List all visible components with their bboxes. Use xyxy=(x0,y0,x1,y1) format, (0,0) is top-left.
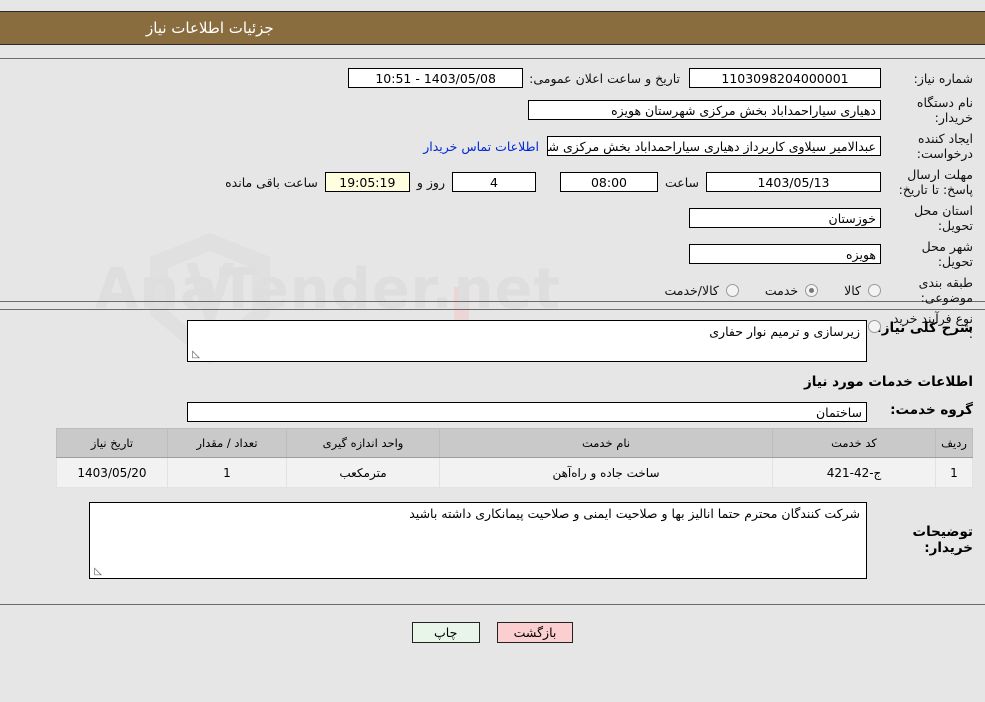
resize-grip-icon[interactable]: ◺ xyxy=(92,567,102,577)
services-table-head: ردیف کد خدمت نام خدمت واحد اندازه گیری ت… xyxy=(56,428,973,458)
request-creator-label: ایجاد کننده درخواست: xyxy=(916,131,973,161)
need-number-label: شماره نیاز: xyxy=(913,70,973,86)
announce-datetime-label: تاریخ و ساعت اعلان عمومی: xyxy=(529,70,680,86)
row-delivery-province: استان محل تحویل: خوزستان xyxy=(0,203,985,233)
category-option-kala[interactable]: کالا xyxy=(844,283,881,298)
row-request-creator: ایجاد کننده درخواست: عبدالامیر سیلاوی کا… xyxy=(0,131,985,161)
subject-category-label: طبقه بندی موضوعی: xyxy=(918,275,973,305)
announce-datetime-field[interactable]: 1403/05/08 - 10:51 xyxy=(348,68,524,88)
buyer-comments-textarea[interactable]: شرکت کنندگان محترم حتما انالیز بها و صلا… xyxy=(89,502,867,579)
page-title: جزئیات اطلاعات نیاز xyxy=(146,19,274,37)
radio-icon[interactable] xyxy=(868,319,881,333)
request-creator-field[interactable]: عبدالامیر سیلاوی کاربرداز دهیاری سیاراحم… xyxy=(547,136,881,156)
row-need-summary: شرح کلی نیاز: زیرسازی و ترمیم نوار حفاری… xyxy=(0,320,985,362)
row-need-number: شماره نیاز: 1103098204000001 تاریخ و ساع… xyxy=(0,67,985,89)
remaining-countdown-field: 19:05:19 xyxy=(324,172,410,192)
deadline-hour-label: ساعت xyxy=(664,174,699,190)
radio-icon[interactable] xyxy=(805,283,819,297)
action-button-bar: بازگشت چاپ xyxy=(0,622,985,643)
column-header-unit: واحد اندازه گیری xyxy=(286,428,440,458)
remaining-days-label: روز و xyxy=(416,174,445,190)
delivery-province-field[interactable]: خوزستان xyxy=(689,208,881,228)
cell-unit: مترمکعب xyxy=(286,457,440,488)
need-detail-panel: شرح کلی نیاز: زیرسازی و ترمیم نوار حفاری… xyxy=(0,309,985,605)
buyer-contact-info-link[interactable]: اطلاعات تماس خریدار xyxy=(415,139,547,154)
buyer-organization-field[interactable]: دهیاری سیاراحمداباد بخش مرکزی شهرستان هو… xyxy=(528,100,881,120)
delivery-province-label: استان محل تحویل: xyxy=(914,203,973,233)
buyer-organization-label: نام دستگاه خریدار: xyxy=(916,95,973,125)
need-summary-textarea[interactable]: زیرسازی و ترمیم نوار حفاری ◺ xyxy=(187,320,867,362)
services-table: ردیف کد خدمت نام خدمت واحد اندازه گیری ت… xyxy=(56,428,973,488)
column-header-quantity: تعداد / مقدار xyxy=(167,428,287,458)
buyer-comments-label: توضیحات خریدار: xyxy=(912,524,973,556)
column-header-service-code: کد خدمت xyxy=(772,428,936,458)
response-deadline-label: مهلت ارسال پاسخ: تا تاریخ: xyxy=(898,167,973,197)
services-section-heading: اطلاعات خدمات مورد نیاز xyxy=(803,374,973,390)
cell-radif: 1 xyxy=(935,457,973,488)
deadline-date-field[interactable]: 1403/05/13 xyxy=(706,172,881,192)
services-table-wrap: ردیف کد خدمت نام خدمت واحد اندازه گیری ت… xyxy=(45,428,973,488)
category-option-khedmat[interactable]: خدمت xyxy=(764,282,819,298)
print-button[interactable]: چاپ xyxy=(411,622,480,643)
category-option-label: خدمت xyxy=(764,282,799,298)
row-subject-category: طبقه بندی موضوعی: کالا خدمت کالا/خدمت xyxy=(0,275,985,305)
need-number-field[interactable]: 1103098204000001 xyxy=(689,68,881,88)
radio-icon[interactable] xyxy=(725,283,739,297)
cell-service-name: ساخت جاده و راه‌آهن xyxy=(439,457,773,488)
delivery-city-label: شهر محل تحویل: xyxy=(921,239,973,269)
buyer-comments-text: شرکت کنندگان محترم حتما انالیز بها و صلا… xyxy=(409,506,860,521)
row-buyer-comments: توضیحات خریدار: شرکت کنندگان محترم حتما … xyxy=(0,502,985,579)
category-option-kala-khedmat[interactable]: کالا/خدمت xyxy=(664,282,739,298)
category-option-label: کالا/خدمت xyxy=(664,282,719,298)
service-group-label: گروه خدمت: xyxy=(890,402,973,418)
need-summary-label: شرح کلی نیاز: xyxy=(876,320,973,336)
subject-category-radio-group: کالا خدمت کالا/خدمت xyxy=(638,283,881,298)
row-response-deadline: مهلت ارسال پاسخ: تا تاریخ: 1403/05/13 سا… xyxy=(0,167,985,197)
cell-need-date: 1403/05/20 xyxy=(56,457,168,488)
row-delivery-city: شهر محل تحویل: هویزه xyxy=(0,239,985,269)
need-summary-panel: شماره نیاز: 1103098204000001 تاریخ و ساع… xyxy=(0,58,985,341)
row-buyer-organization: نام دستگاه خریدار: دهیاری سیاراحمداباد ب… xyxy=(0,95,985,125)
table-row[interactable]: 1 ج-42-421 ساخت جاده و راه‌آهن مترمکعب 1… xyxy=(56,457,973,488)
services-table-body: 1 ج-42-421 ساخت جاده و راه‌آهن مترمکعب 1… xyxy=(56,457,973,488)
page-header-bar: جزئیات اطلاعات نیاز xyxy=(0,11,985,45)
page-root: جزئیات اطلاعات نیاز شماره نیاز: 11030982… xyxy=(0,11,985,643)
category-option-label: کالا xyxy=(844,282,861,298)
remaining-hours-label: ساعت باقی مانده xyxy=(225,174,318,190)
radio-icon[interactable] xyxy=(868,283,881,297)
cell-service-code: ج-42-421 xyxy=(772,457,936,488)
service-group-field[interactable]: ساختمان xyxy=(187,402,867,422)
cell-quantity: 1 xyxy=(167,457,287,488)
delivery-city-field[interactable]: هویزه xyxy=(689,244,881,264)
remaining-days-field: 4 xyxy=(451,172,536,192)
resize-grip-icon[interactable]: ◺ xyxy=(190,350,200,360)
table-header-row: ردیف کد خدمت نام خدمت واحد اندازه گیری ت… xyxy=(56,428,973,458)
row-service-group: گروه خدمت: ساختمان xyxy=(0,402,985,422)
need-summary-text: زیرسازی و ترمیم نوار حفاری xyxy=(709,324,860,339)
column-header-radif: ردیف xyxy=(935,428,973,458)
column-header-need-date: تاریخ نیاز xyxy=(56,428,168,458)
deadline-hour-field[interactable]: 08:00 xyxy=(559,172,658,192)
back-button[interactable]: بازگشت xyxy=(496,622,574,643)
column-header-service-name: نام خدمت xyxy=(439,428,773,458)
